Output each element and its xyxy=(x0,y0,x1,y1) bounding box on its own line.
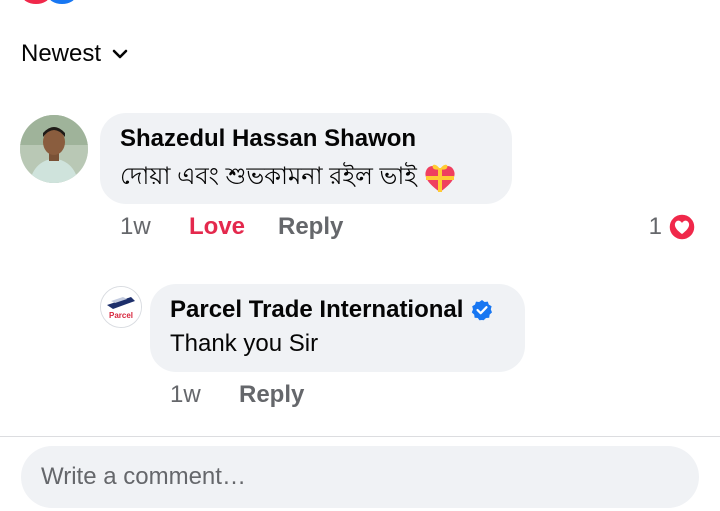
sort-label: Newest xyxy=(21,40,102,67)
reply-to-reply-button[interactable]: Reply xyxy=(239,381,304,409)
comment-text-row: দোয়া এবং শুভকামনা রইল ভাই xyxy=(120,158,457,198)
heart-gift-emoji-icon xyxy=(425,164,455,192)
reply-author[interactable]: Parcel Trade International xyxy=(170,296,463,324)
reaction-count: 1 xyxy=(648,213,662,240)
reply-text: Thank you Sir xyxy=(170,330,319,357)
reply-button[interactable]: Reply xyxy=(278,213,343,241)
reply-timestamp[interactable]: 1w xyxy=(170,381,201,409)
top-reaction-icons xyxy=(14,0,76,4)
heart-reaction-icon xyxy=(668,213,696,241)
love-reaction-icon xyxy=(22,0,50,4)
verified-badge-icon xyxy=(472,300,493,321)
divider xyxy=(0,436,720,437)
love-reaction-button[interactable]: Love xyxy=(189,213,245,241)
reaction-summary[interactable]: 1 xyxy=(649,213,696,241)
comment-bubble: Shazedul Hassan Shawon দোয়া এবং শুভকামন… xyxy=(100,113,512,204)
reply-bubble: Parcel Trade International Thank you Sir xyxy=(150,284,525,372)
avatar[interactable] xyxy=(20,115,88,183)
comment-text: দোয়া এবং শুভকামনা রইল ভাই xyxy=(120,163,417,190)
comment-author[interactable]: Shazedul Hassan Shawon xyxy=(120,125,416,153)
sort-dropdown[interactable]: Newest xyxy=(21,40,129,68)
user-photo-icon xyxy=(20,115,88,183)
chevron-down-icon xyxy=(112,49,128,59)
comment-timestamp[interactable]: 1w xyxy=(120,213,151,241)
avatar-text: Parcel xyxy=(109,311,133,320)
page-avatar[interactable]: Parcel xyxy=(100,286,142,328)
parcel-logo-icon: Parcel xyxy=(101,287,141,327)
comment-input[interactable] xyxy=(21,446,699,508)
like-reaction-icon xyxy=(48,0,76,4)
reply-author-row: Parcel Trade International xyxy=(170,296,493,324)
